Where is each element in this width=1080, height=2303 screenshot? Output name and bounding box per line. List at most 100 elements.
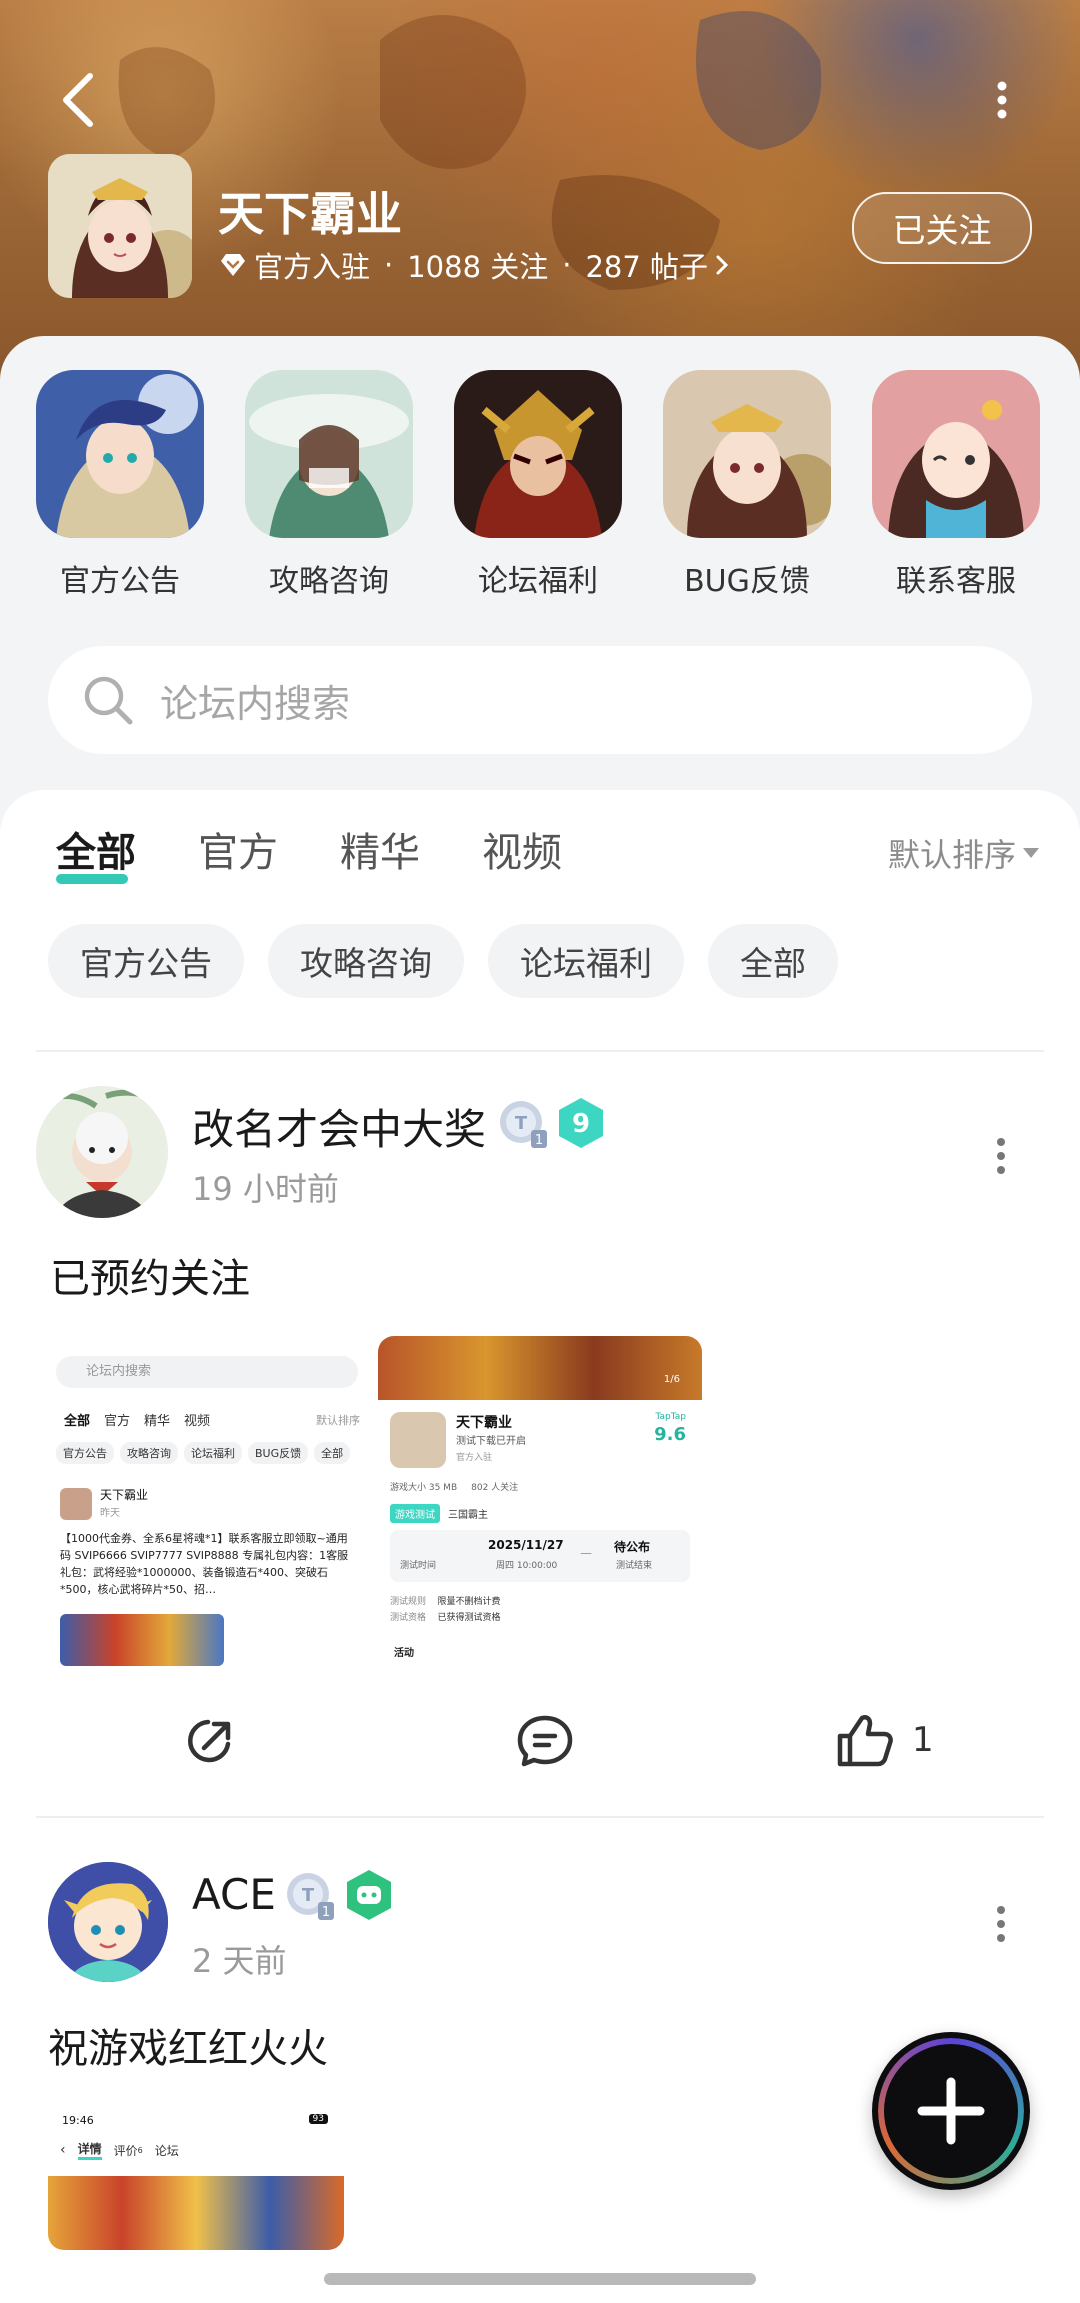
post-content: 已预约关注 xyxy=(50,1256,250,1302)
verified-diamond-icon xyxy=(221,254,245,276)
mini-chip: BUG反馈 xyxy=(248,1442,309,1464)
welfare-icon xyxy=(454,370,622,538)
mini-hero-art xyxy=(48,2176,344,2250)
tab-official[interactable]: 官方 xyxy=(198,820,278,878)
post-author-name[interactable]: ACE xyxy=(192,1870,276,1919)
mini-chip: 官方公告 xyxy=(56,1442,114,1464)
mini-dash: — xyxy=(580,1546,592,1560)
mini-chip: 全部 xyxy=(314,1442,351,1464)
quick-link-label: 攻略咨询 xyxy=(269,564,389,599)
mini-tabs: 全部 官方 精华 视频 xyxy=(64,1410,210,1429)
forum-title: 天下霸业 xyxy=(218,187,402,241)
plus-icon xyxy=(917,2077,985,2145)
mini-announce: 待公布 xyxy=(614,1540,651,1554)
follow-button[interactable]: 已关注 xyxy=(852,192,1032,264)
quick-link-bug-report[interactable]: BUG反馈 xyxy=(657,370,837,600)
post-author-avatar[interactable] xyxy=(48,1862,168,1982)
verified-label: 官方入驻 xyxy=(254,250,371,284)
mini-test-date: 2025/11/27 xyxy=(488,1538,564,1552)
post-image-forum-screenshot[interactable]: 论坛内搜索 全部 官方 精华 视频 默认排序 官方公告 攻略咨询 论坛福利 BU… xyxy=(48,1336,368,1666)
search-placeholder: 论坛内搜索 xyxy=(160,681,351,726)
announcements-icon xyxy=(36,370,204,538)
strategy-icon xyxy=(245,370,413,538)
tier-badge-icon: T 1 xyxy=(287,1873,334,1920)
category-chips: 官方公告 攻略咨询 论坛福利 全部 xyxy=(48,924,838,998)
gamepad-badge-icon xyxy=(347,1870,391,1920)
tab-all[interactable]: 全部 xyxy=(56,820,136,884)
post-image-game-screenshot[interactable]: 19:46 93 ‹ 详情 评价 6 论坛 xyxy=(48,2106,344,2250)
chip-welfare[interactable]: 论坛福利 xyxy=(488,924,684,998)
mini-tab: 详情 xyxy=(77,2140,102,2160)
more-options-button[interactable] xyxy=(984,80,1020,120)
mini-game-title: 天下霸业 xyxy=(456,1415,512,1431)
post-author-name[interactable]: 改名才会中大奖 xyxy=(192,1096,486,1157)
chip-announcements[interactable]: 官方公告 xyxy=(48,924,244,998)
chip-all[interactable]: 全部 xyxy=(708,924,838,998)
mini-author: 天下霸业 xyxy=(100,1488,149,1502)
search-input[interactable]: 论坛内搜索 xyxy=(48,646,1032,754)
avatar-image xyxy=(36,1086,168,1218)
mini-activity: 活动 xyxy=(394,1648,414,1659)
comment-button[interactable] xyxy=(516,1714,574,1768)
caret-down-icon xyxy=(1023,848,1039,858)
mini-time: 昨天 xyxy=(100,1508,120,1519)
chevron-left-icon xyxy=(63,73,93,127)
share-icon xyxy=(188,1719,231,1763)
forum-meta: 官方入驻 · 1088 关注 · 287 帖子 xyxy=(218,244,730,286)
mini-chip: 论坛福利 xyxy=(184,1442,242,1464)
sort-label: 默认排序 xyxy=(887,836,1016,874)
posts-count-link[interactable]: 287 帖子 xyxy=(585,244,708,286)
mini-detail-tabs: ‹ 详情 评价 6 论坛 xyxy=(60,2140,179,2160)
quick-link-customer-service[interactable]: 联系客服 xyxy=(866,370,1046,600)
tab-featured[interactable]: 精华 xyxy=(340,820,420,878)
svg-text:T: T xyxy=(302,1885,315,1906)
mini-game-icon xyxy=(390,1412,446,1468)
customer-service-icon xyxy=(872,370,1040,538)
share-button[interactable] xyxy=(184,1714,238,1768)
mini-battery: 93 xyxy=(308,2114,328,2124)
quick-link-strategy[interactable]: 攻略咨询 xyxy=(239,370,419,600)
mini-rule-key: 测试规则 xyxy=(390,1597,427,1607)
forum-avatar xyxy=(48,154,192,298)
feed-tabs: 全部 官方 精华 视频 xyxy=(56,820,562,884)
like-button[interactable]: 1 xyxy=(836,1712,934,1768)
mini-test-end: 测试结束 xyxy=(616,1561,653,1571)
mini-tag-value: 三国霸主 xyxy=(448,1510,488,1521)
bug-report-icon xyxy=(663,370,831,538)
post-more-icon[interactable] xyxy=(986,1136,1016,1176)
chip-strategy[interactable]: 攻略咨询 xyxy=(268,924,464,998)
mini-stats: 游戏大小 35 MB 802 人关注 xyxy=(390,1480,518,1493)
mini-body: 【1000代金券、全系6星将魂*1】联系客服立即领取~通用码 SVIP6666 … xyxy=(60,1532,349,1596)
back-button[interactable] xyxy=(56,70,100,130)
mini-brand: TapTap xyxy=(655,1412,686,1422)
mini-game-subtitle: 测试下载已开启 xyxy=(456,1436,526,1447)
mini-page-indicator: 1/6 xyxy=(663,1374,680,1385)
mini-chip: 攻略咨询 xyxy=(120,1442,178,1464)
post-image-game-detail-screenshot[interactable]: 1/6 天下霸业 测试下载已开启 官方入驻 TapTap 9.6 游戏大小 35… xyxy=(378,1336,702,1666)
mini-rules: 测试规则 限量不删档计费 测试资格 已获得测试资格 xyxy=(390,1594,500,1626)
post-more-icon[interactable] xyxy=(986,1904,1016,1944)
quick-link-announcements[interactable]: 官方公告 xyxy=(30,370,210,600)
mini-review-count: 6 xyxy=(137,2145,143,2155)
mini-followers: 802 人关注 xyxy=(471,1483,519,1493)
mini-tag-row: 游戏测试 三国霸主 xyxy=(390,1504,488,1523)
quick-link-welfare[interactable]: 论坛福利 xyxy=(448,370,628,600)
post-author-avatar[interactable] xyxy=(36,1086,168,1218)
sort-dropdown[interactable]: 默认排序 xyxy=(888,830,1040,876)
mini-tag: 游戏测试 xyxy=(390,1504,440,1523)
quick-link-label: 联系客服 xyxy=(896,564,1016,599)
more-vertical-icon xyxy=(997,81,1007,119)
post-time: 2 天前 xyxy=(192,1942,287,1980)
mini-tab: 全部 xyxy=(64,1414,91,1429)
mini-test-card: 测试时间 2025/11/27 周四 10:00:00 — 待公布 测试结束 xyxy=(390,1530,690,1582)
meta-separator: · xyxy=(562,248,572,282)
home-indicator[interactable] xyxy=(324,2273,756,2285)
create-post-button[interactable] xyxy=(872,2032,1030,2190)
avatar-image xyxy=(48,1862,168,1982)
search-icon xyxy=(84,676,133,725)
like-count: 1 xyxy=(912,1720,934,1760)
tab-video[interactable]: 视频 xyxy=(482,820,562,878)
svg-text:T: T xyxy=(515,1113,528,1134)
mini-size: 游戏大小 35 MB xyxy=(390,1483,458,1493)
svg-text:1: 1 xyxy=(535,1133,543,1148)
